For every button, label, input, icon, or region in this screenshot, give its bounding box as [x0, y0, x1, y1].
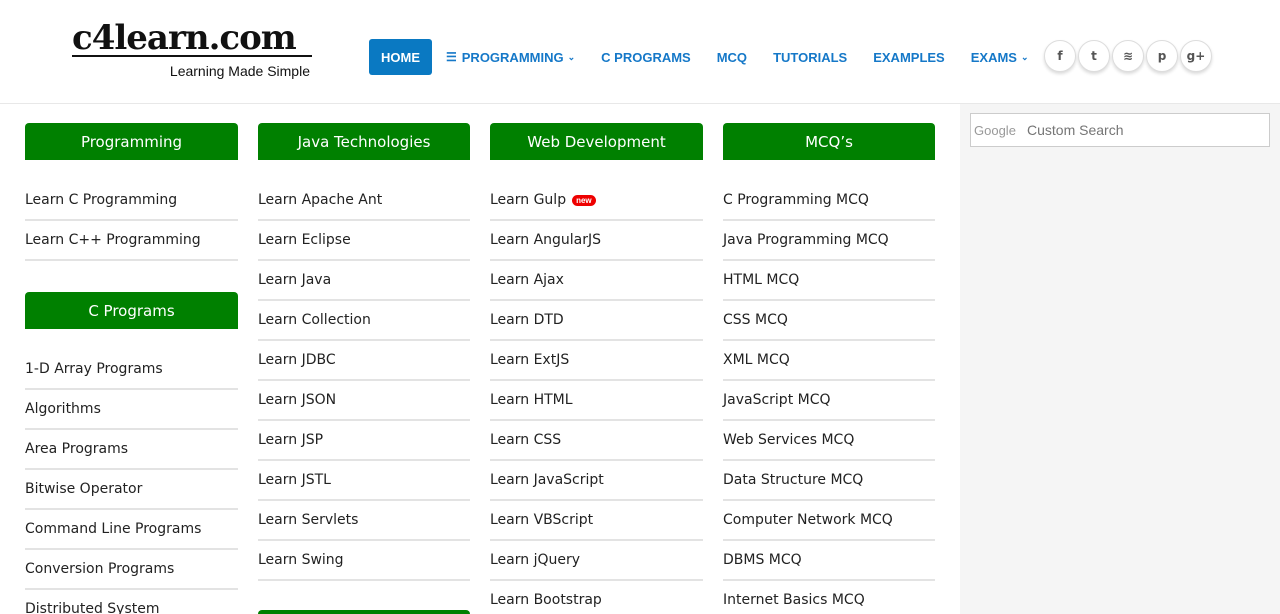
- main-nav: HOME ☰ PROGRAMMING ⌄ C PROGRAMS MCQ TUTO…: [369, 39, 1055, 75]
- list-item[interactable]: Learn JSON: [258, 381, 470, 421]
- list-item[interactable]: Learn Apache Ant: [258, 181, 470, 221]
- list-item[interactable]: Learn HTML: [490, 381, 703, 421]
- list-item[interactable]: Area Programs: [25, 430, 238, 470]
- list-item[interactable]: Algorithms: [25, 390, 238, 430]
- nav-programming[interactable]: ☰ PROGRAMMING ⌄: [446, 50, 575, 65]
- link-list: Learn Apache Ant Learn Eclipse Learn Jav…: [258, 181, 470, 581]
- nav-programming-label: PROGRAMMING: [461, 49, 564, 65]
- section-title: Java Technologies: [258, 123, 470, 160]
- list-item[interactable]: Learn Swing: [258, 541, 470, 581]
- list-item[interactable]: Learn CSS: [490, 421, 703, 461]
- list-item[interactable]: XML MCQ: [723, 341, 935, 381]
- list-item[interactable]: C Programming MCQ: [723, 181, 935, 221]
- list-item[interactable]: Internet Basics MCQ: [723, 581, 935, 614]
- mcq-section: MCQ’s C Programming MCQ Java Programming…: [723, 123, 935, 614]
- new-badge: new: [572, 194, 596, 206]
- sidebar: [960, 104, 1280, 614]
- link-list: Learn C Programming Learn C++ Programmin…: [25, 181, 238, 261]
- nav-home-label: HOME: [381, 49, 420, 65]
- list-item[interactable]: JavaScript MCQ: [723, 381, 935, 421]
- nav-mcq[interactable]: MCQ: [717, 50, 747, 65]
- nav-mcq-label: MCQ: [716, 49, 748, 65]
- site-header: c4learn.com Learning Made Simple HOME ☰ …: [0, 0, 1280, 104]
- google-logo: Google: [974, 122, 1016, 138]
- list-item[interactable]: Conversion Programs: [25, 550, 238, 590]
- section-title: MCQ’s: [723, 123, 935, 160]
- list-item[interactable]: Computer Network MCQ: [723, 501, 935, 541]
- list-item[interactable]: Learn Ajax: [490, 261, 703, 301]
- list-item[interactable]: Learn DTD: [490, 301, 703, 341]
- list-item[interactable]: Learn C Programming: [25, 181, 238, 221]
- nav-tutorials[interactable]: TUTORIALS: [773, 50, 847, 65]
- section-title: C Programs: [25, 292, 238, 329]
- search-input[interactable]: [1027, 122, 1267, 138]
- site-logo[interactable]: c4learn.com Learning Made Simple: [72, 18, 314, 84]
- list-item[interactable]: Learn ExtJS: [490, 341, 703, 381]
- facebook-icon[interactable]: f: [1044, 40, 1076, 72]
- list-item[interactable]: Learn Servlets: [258, 501, 470, 541]
- twitter-icon[interactable]: t: [1078, 40, 1110, 72]
- logo-wordmark: c4learn.com: [72, 18, 297, 58]
- web-development-section: Web Development Learn Gulp new Learn Ang…: [490, 123, 703, 614]
- list-item[interactable]: Distributed System: [25, 590, 238, 614]
- list-item[interactable]: Learn jQuery: [490, 541, 703, 581]
- nav-home[interactable]: HOME: [369, 39, 432, 75]
- custom-search-box: Google: [970, 113, 1270, 147]
- nav-c-programs-label: C PROGRAMS: [601, 49, 691, 65]
- logo-underline: [72, 55, 312, 57]
- list-item[interactable]: Learn Java: [258, 261, 470, 301]
- nav-c-programs[interactable]: C PROGRAMS: [601, 50, 691, 65]
- nav-tutorials-label: TUTORIALS: [773, 49, 848, 65]
- list-item[interactable]: HTML MCQ: [723, 261, 935, 301]
- link-list: 1-D Array Programs Algorithms Area Progr…: [25, 350, 238, 614]
- list-item[interactable]: Java Programming MCQ: [723, 221, 935, 261]
- list-item[interactable]: 1-D Array Programs: [25, 350, 238, 390]
- list-item[interactable]: Learn VBScript: [490, 501, 703, 541]
- list-item[interactable]: Learn C++ Programming: [25, 221, 238, 261]
- list-item[interactable]: Bitwise Operator: [25, 470, 238, 510]
- rss-icon[interactable]: ≋: [1112, 40, 1144, 72]
- list-item[interactable]: Learn JSP: [258, 421, 470, 461]
- nav-exams[interactable]: EXAMS ⌄: [971, 50, 1029, 65]
- list-item[interactable]: Learn Collection: [258, 301, 470, 341]
- list-item[interactable]: Command Line Programs: [25, 510, 238, 550]
- list-item[interactable]: Learn Gulp new: [490, 181, 703, 221]
- list-item[interactable]: DBMS MCQ: [723, 541, 935, 581]
- google-plus-icon[interactable]: g+: [1180, 40, 1212, 72]
- pinterest-icon[interactable]: p: [1146, 40, 1178, 72]
- social-links: f t ≋ p g+: [1044, 40, 1214, 72]
- list-item[interactable]: Learn Bootstrap: [490, 581, 703, 614]
- list-item[interactable]: Learn JSTL: [258, 461, 470, 501]
- nav-examples[interactable]: EXAMPLES: [873, 50, 945, 65]
- next-section-header: [258, 610, 470, 614]
- logo-tagline: Learning Made Simple: [169, 63, 310, 79]
- nav-exams-label: EXAMS: [970, 49, 1017, 65]
- programming-section: Programming Learn C Programming Learn C+…: [25, 123, 238, 261]
- chevron-down-icon: ⌄: [1020, 51, 1029, 62]
- list-item[interactable]: Learn AngularJS: [490, 221, 703, 261]
- link-list: C Programming MCQ Java Programming MCQ H…: [723, 181, 935, 614]
- list-item[interactable]: Learn Eclipse: [258, 221, 470, 261]
- list-item[interactable]: Web Services MCQ: [723, 421, 935, 461]
- list-item[interactable]: Learn JavaScript: [490, 461, 703, 501]
- list-item[interactable]: Data Structure MCQ: [723, 461, 935, 501]
- section-title: Programming: [25, 123, 238, 160]
- link-list: Learn Gulp new Learn AngularJS Learn Aja…: [490, 181, 703, 614]
- list-icon: ☰: [446, 50, 457, 64]
- list-item[interactable]: CSS MCQ: [723, 301, 935, 341]
- c-programs-section: C Programs 1-D Array Programs Algorithms…: [25, 292, 238, 614]
- nav-examples-label: EXAMPLES: [873, 49, 945, 65]
- list-item[interactable]: Learn JDBC: [258, 341, 470, 381]
- java-technologies-section: Java Technologies Learn Apache Ant Learn…: [258, 123, 470, 581]
- chevron-down-icon: ⌄: [567, 51, 576, 62]
- list-item-label: Learn Gulp: [490, 192, 567, 208]
- section-title: Web Development: [490, 123, 703, 160]
